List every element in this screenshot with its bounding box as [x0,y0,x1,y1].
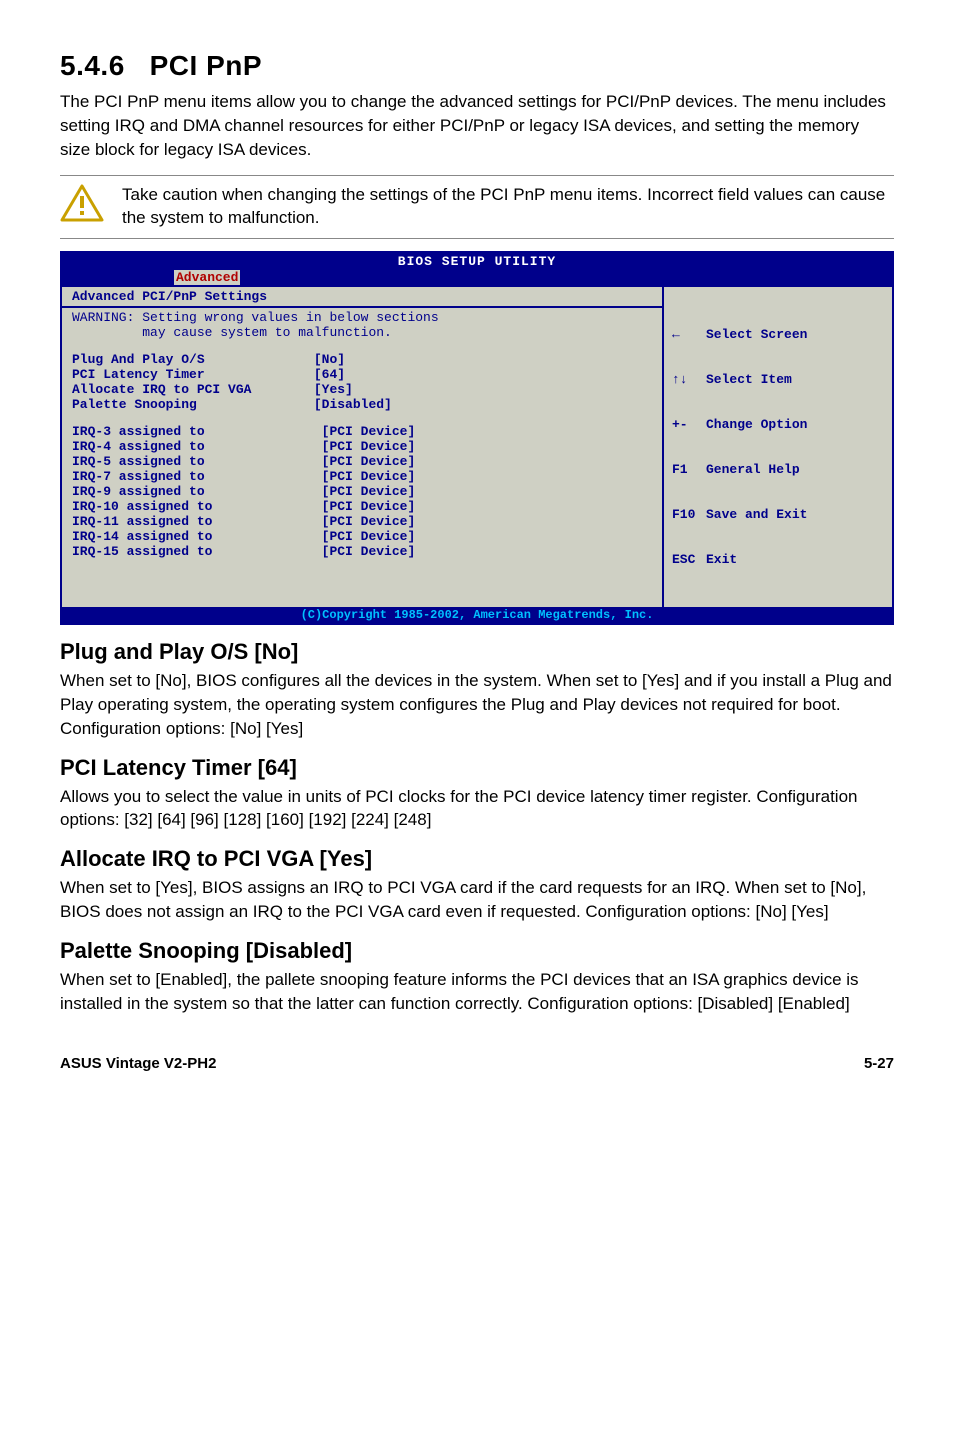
f10-key: F10 [672,507,696,522]
nav-change-option: Change Option [706,417,807,432]
sub-latency-title: PCI Latency Timer [64] [60,755,894,781]
bios-panel-heading: Advanced PCI/PnP Settings [62,287,662,308]
f1-key: F1 [672,462,696,477]
caution-text: Take caution when changing the settings … [122,184,894,230]
caution-icon [60,184,104,222]
sub-allocate-title: Allocate IRQ to PCI VGA [Yes] [60,846,894,872]
sub-palette-body: When set to [Enabled], the pallete snoop… [60,968,894,1016]
plus-minus-icon: +- [672,417,696,432]
nav-select-screen: Select Screen [706,327,807,342]
bios-tab-advanced[interactable]: Advanced [174,270,240,285]
arrow-updown-icon: ↑↓ [672,372,696,387]
nav-exit: Exit [706,552,737,567]
sub-plug-body: When set to [No], BIOS configures all th… [60,669,894,740]
sub-allocate-body: When set to [Yes], BIOS assigns an IRQ t… [60,876,894,924]
section-intro: The PCI PnP menu items allow you to chan… [60,90,894,161]
bios-nav-help: ← Select Screen ↑↓ Select Item +- Change Op… [672,297,882,597]
nav-general-help: General Help [706,462,800,477]
page-footer: ASUS Vintage V2-PH2 5-27 [60,1055,894,1072]
bios-irq-list[interactable]: IRQ-3 assigned to [PCI Device] IRQ-4 ass… [62,422,662,569]
bios-tabbar: Advanced [62,270,892,287]
bios-screenshot: BIOS SETUP UTILITY Advanced Advanced PCI… [60,251,894,625]
section-title-text: PCI PnP [150,50,262,81]
footer-product: ASUS Vintage V2-PH2 [60,1055,216,1072]
bios-main-panel: Advanced PCI/PnP Settings WARNING: Setti… [62,287,664,607]
footer-page-number: 5-27 [864,1055,894,1072]
bios-settings[interactable]: Plug And Play O/S [No] PCI Latency Timer… [62,350,662,422]
bios-title: BIOS SETUP UTILITY [62,253,892,270]
section-number: 5.4.6 [60,50,125,81]
bios-copyright: (C)Copyright 1985-2002, American Megatre… [62,607,892,623]
caution-callout: Take caution when changing the settings … [60,175,894,239]
bios-side-panel: ← Select Screen ↑↓ Select Item +- Change Op… [664,287,892,607]
section-heading: 5.4.6 PCI PnP [60,50,894,82]
bios-warning: WARNING: Setting wrong values in below s… [62,308,662,350]
sub-plug-title: Plug and Play O/S [No] [60,639,894,665]
nav-save-exit: Save and Exit [706,507,807,522]
sub-palette-title: Palette Snooping [Disabled] [60,938,894,964]
arrow-left-icon: ← [672,327,696,342]
sub-latency-body: Allows you to select the value in units … [60,785,894,833]
esc-key: ESC [672,552,696,567]
nav-select-item: Select Item [706,372,792,387]
